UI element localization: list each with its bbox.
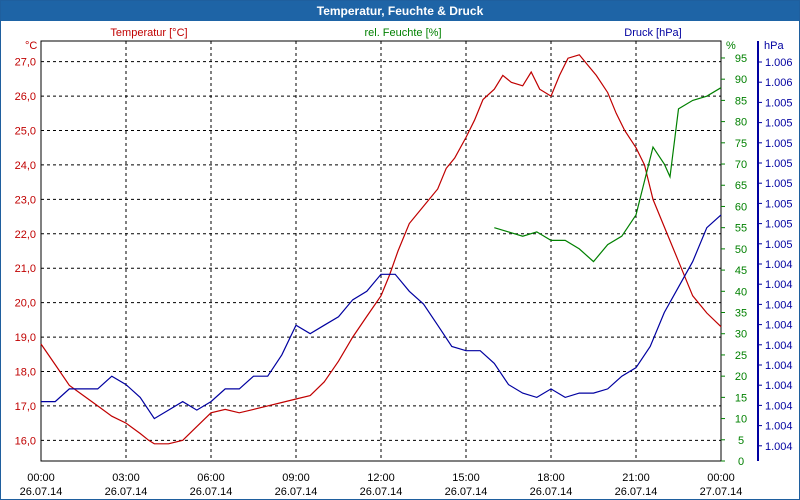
x-tick-label-date: 26.07.14 [105, 486, 148, 498]
humidity-unit-label: % [726, 40, 736, 52]
temperature-tick-label: 22,0 [15, 229, 36, 241]
humidity-tick-label: 55 [735, 223, 747, 235]
temperature-tick-label: 24,0 [15, 160, 36, 172]
humidity-tick-label: 75 [735, 138, 747, 150]
temperature-unit-label: °C [25, 40, 37, 52]
temperature-tick-label: 17,0 [15, 401, 36, 413]
x-tick-label-time: 09:00 [282, 472, 310, 484]
temperature-tick-label: 23,0 [15, 194, 36, 206]
humidity-tick-label: 25 [735, 350, 747, 362]
x-tick-label-date: 26.07.14 [360, 486, 403, 498]
pressure-tick-label: 1.005 [765, 138, 793, 150]
temperature-tick-label: 19,0 [15, 332, 36, 344]
pressure-tick-label: 1.005 [765, 118, 793, 130]
pressure-tick-label: 1.004 [765, 400, 793, 412]
chart-area: °C Temperatur [°C] rel. Feuchte [%] Druc… [15, 27, 793, 498]
x-tick-label-date: 26.07.14 [275, 486, 318, 498]
x-tick-label-date: 26.07.14 [530, 486, 573, 498]
pressure-tick-label: 1.005 [765, 198, 793, 210]
x-tick-label-time: 00:00 [27, 472, 55, 484]
pressure-tick-label: 1.004 [765, 340, 793, 352]
temperature-tick-label: 21,0 [15, 263, 36, 275]
humidity-tick-label: 70 [735, 159, 747, 171]
humidity-tick-label: 85 [735, 95, 747, 107]
chart-window: Temperatur, Feuchte & Druck °C Temperatu… [0, 0, 800, 500]
pressure-tick-label: 1.006 [765, 77, 793, 89]
x-tick-label-time: 12:00 [367, 472, 395, 484]
temperature-tick-label: 25,0 [15, 126, 36, 138]
x-tick-label-date: 26.07.14 [445, 486, 488, 498]
x-tick-label-time: 06:00 [197, 472, 225, 484]
humidity-tick-label: 0 [738, 456, 744, 468]
humidity-tick-label: 20 [735, 371, 747, 383]
axis-ticks: 00:00 26.07.14 03:00 26.07.14 06:00 26.07.14 0… [15, 41, 793, 498]
pressure-axis-title: Druck [hPa] [624, 27, 681, 39]
pressure-tick-label: 1.004 [765, 279, 793, 291]
x-tick-label-date: 26.07.14 [20, 486, 63, 498]
pressure-tick-label: 1.004 [765, 320, 793, 332]
temperature-tick-label: 18,0 [15, 366, 36, 378]
x-tick-label-date: 27.07.14 [700, 486, 743, 498]
humidity-tick-label: 95 [735, 53, 747, 65]
humidity-tick-label: 10 [735, 414, 747, 426]
humidity-tick-label: 50 [735, 244, 747, 256]
humidity-tick-label: 35 [735, 308, 747, 320]
humidity-axis-title: rel. Feuchte [%] [364, 27, 441, 39]
pressure-tick-label: 1.005 [765, 178, 793, 190]
pressure-tick-label: 1.004 [765, 259, 793, 271]
x-tick-label-time: 21:00 [622, 472, 650, 484]
pressure-tick-label: 1.004 [765, 441, 793, 453]
temperature-tick-label: 27,0 [15, 57, 36, 69]
x-tick-label-date: 26.07.14 [615, 486, 658, 498]
temperature-tick-label: 26,0 [15, 91, 36, 103]
pressure-tick-label: 1.005 [765, 219, 793, 231]
pressure-tick-label: 1.005 [765, 97, 793, 109]
humidity-tick-label: 30 [735, 329, 747, 341]
temperature-tick-label: 16,0 [15, 435, 36, 447]
humidity-tick-label: 5 [738, 435, 744, 447]
humidity-tick-label: 45 [735, 265, 747, 277]
pressure-tick-label: 1.005 [765, 239, 793, 251]
pressure-unit-label: hPa [764, 40, 784, 52]
pressure-tick-label: 1.004 [765, 360, 793, 372]
humidity-tick-label: 15 [735, 392, 747, 404]
humidity-tick-label: 90 [735, 74, 747, 86]
x-tick-label-time: 15:00 [452, 472, 480, 484]
x-tick-label-time: 03:00 [112, 472, 140, 484]
pressure-tick-label: 1.005 [765, 158, 793, 170]
grid-lines [40, 40, 722, 462]
temperature-tick-label: 20,0 [15, 298, 36, 310]
humidity-tick-label: 65 [735, 180, 747, 192]
humidity-tick-label: 40 [735, 286, 747, 298]
x-tick-label-date: 26.07.14 [190, 486, 233, 498]
pressure-tick-label: 1.004 [765, 421, 793, 433]
temperature-axis-title: Temperatur [°C] [110, 27, 187, 39]
pressure-tick-label: 1.004 [765, 380, 793, 392]
humidity-series-line [494, 87, 722, 263]
x-tick-label-time: 00:00 [707, 472, 735, 484]
pressure-tick-label: 1.004 [765, 299, 793, 311]
x-tick-label-time: 18:00 [537, 472, 565, 484]
humidity-tick-label: 80 [735, 117, 747, 129]
humidity-tick-label: 60 [735, 201, 747, 213]
pressure-tick-label: 1.006 [765, 57, 793, 69]
